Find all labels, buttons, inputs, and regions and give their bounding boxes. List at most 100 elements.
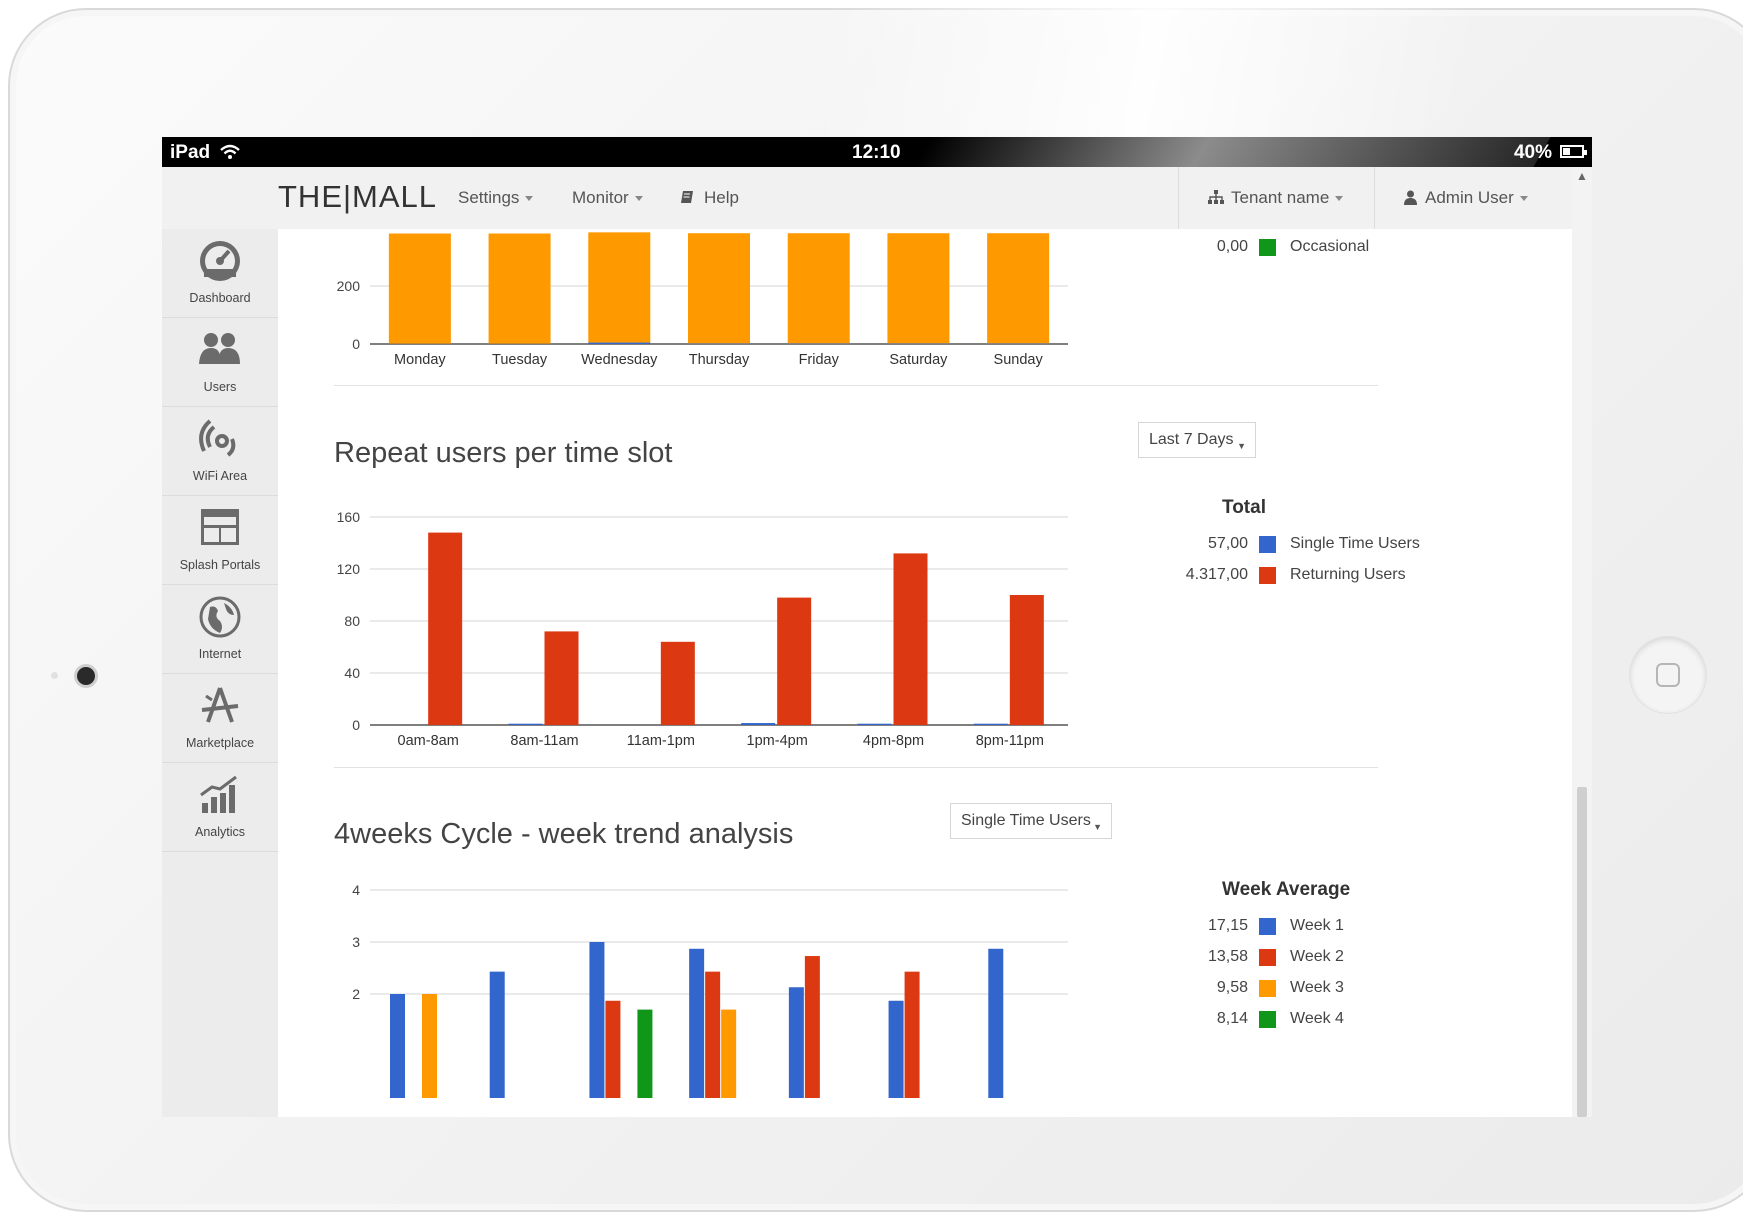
legend-swatch xyxy=(1259,567,1276,584)
x-tick-label: 8pm-11pm xyxy=(976,733,1044,749)
x-tick-label: 11am-1pm xyxy=(627,733,695,749)
sidebar-item-internet[interactable]: Internet xyxy=(162,585,278,674)
x-tick-label: Wednesday xyxy=(581,352,658,368)
x-tick-label: Tuesday xyxy=(492,352,548,368)
sidebar-item-label: WiFi Area xyxy=(162,469,278,483)
legend-label: Week 2 xyxy=(1290,948,1344,966)
bar xyxy=(894,553,928,725)
y-tick-label: 160 xyxy=(337,509,361,525)
legend-label: Returning Users xyxy=(1290,566,1406,584)
light-sensor xyxy=(51,672,58,679)
chevron-down-icon: ▼ xyxy=(1093,822,1102,832)
status-bar: iPad 12:10 40% xyxy=(162,137,1592,167)
scrollbar-thumb[interactable] xyxy=(1577,787,1587,1117)
dashboard-icon xyxy=(198,239,242,283)
sidebar-item-label: Marketplace xyxy=(162,736,278,750)
bar xyxy=(545,631,579,725)
bar xyxy=(389,234,451,344)
home-button[interactable] xyxy=(1630,637,1706,713)
legend-item: 13,58 Week 2 xyxy=(1148,948,1408,968)
sidebar-item-label: Dashboard xyxy=(162,291,278,305)
user-icon xyxy=(1404,190,1417,205)
bar xyxy=(788,233,850,343)
legend-item: 17,15Week 1 xyxy=(1148,917,1408,937)
sidebar-item-wifi-area[interactable]: WiFi Area xyxy=(162,407,278,496)
bar xyxy=(789,987,804,1098)
legend-value: 0,00 xyxy=(1148,238,1248,256)
chevron-down-icon xyxy=(1520,196,1528,201)
repeat-users-chart: 040801201600am-8am8am-11am11am-1pm1pm-4p… xyxy=(328,485,1088,755)
legend-title-total: Total xyxy=(1222,497,1266,519)
sidebar-item-users[interactable]: Users xyxy=(162,318,278,407)
bar xyxy=(589,942,604,1098)
bar xyxy=(777,598,811,725)
bar xyxy=(428,533,462,725)
users-icon xyxy=(198,328,242,372)
user-menu[interactable]: Admin User xyxy=(1404,188,1528,208)
legend-title-week-average: Week Average xyxy=(1222,879,1350,901)
week-trend-chart: 234 xyxy=(328,869,1088,1109)
legend-value: 13,58 xyxy=(1148,948,1248,966)
app-window: THE|MALL Settings Monitor Help Tenant na… xyxy=(162,167,1592,1117)
status-shine xyxy=(913,137,1550,167)
period-select[interactable]: Last 7 Days ▼ xyxy=(1138,422,1256,458)
y-tick-label: 2 xyxy=(352,986,360,1002)
clock: 12:10 xyxy=(852,142,901,164)
x-tick-label: 4pm-8pm xyxy=(863,733,924,749)
legend-item-occasional: 0,00 Occasional xyxy=(1148,238,1348,258)
device-name: iPad xyxy=(170,142,241,164)
sidebar-item-label: Analytics xyxy=(162,825,278,839)
period-select-value: Last 7 Days xyxy=(1149,431,1233,448)
sidebar-item-dashboard[interactable]: Dashboard xyxy=(162,229,278,318)
front-camera xyxy=(77,667,95,685)
bar xyxy=(688,233,750,343)
chevron-down-icon: ▼ xyxy=(1237,441,1246,451)
bar xyxy=(788,343,850,344)
book-icon xyxy=(680,190,694,204)
bar xyxy=(887,233,949,343)
sitemap-icon xyxy=(1208,190,1224,205)
sidebar-item-splash-portals[interactable]: Splash Portals xyxy=(162,496,278,585)
sidebar-item-marketplace[interactable]: Marketplace xyxy=(162,674,278,763)
sidebar-item-label: Splash Portals xyxy=(162,558,278,572)
bar xyxy=(705,972,720,1098)
legend-item: 4.317,00Returning Users xyxy=(1148,566,1408,586)
x-tick-label: 0am-8am xyxy=(398,733,459,749)
bar xyxy=(422,994,437,1098)
splash-portals-icon xyxy=(198,506,242,550)
nav-separator xyxy=(1178,167,1179,229)
wifi-area-icon xyxy=(198,417,242,461)
top-navbar: THE|MALL Settings Monitor Help Tenant na… xyxy=(162,167,1572,230)
legend-item: 57,00Single Time Users xyxy=(1148,535,1408,555)
x-tick-label: Saturday xyxy=(889,352,948,368)
legend-label: Week 4 xyxy=(1290,1010,1344,1028)
sidebar-item-analytics[interactable]: Analytics xyxy=(162,763,278,852)
tenant-menu-label: Tenant name xyxy=(1231,188,1329,207)
bar xyxy=(390,994,405,1098)
y-tick-label: 120 xyxy=(337,561,361,577)
main-content: 0200MondayTuesdayWednesdayThursdayFriday… xyxy=(278,229,1572,1117)
settings-menu[interactable]: Settings xyxy=(458,188,533,208)
y-tick-label: 40 xyxy=(344,665,360,681)
section-divider xyxy=(334,385,1378,386)
y-tick-label: 0 xyxy=(352,336,360,352)
scrollbar[interactable]: ▲ xyxy=(1572,167,1592,1117)
help-link[interactable]: Help xyxy=(680,188,739,208)
user-type-select-value: Single Time Users xyxy=(961,812,1091,829)
analytics-icon xyxy=(198,773,242,817)
bar xyxy=(1010,595,1044,725)
scroll-up-icon[interactable]: ▲ xyxy=(1576,169,1588,183)
battery-percent: 40% xyxy=(1514,142,1552,164)
legend-swatch xyxy=(1259,949,1276,966)
monitor-menu[interactable]: Monitor xyxy=(572,188,643,208)
bar xyxy=(889,1001,904,1098)
tenant-menu[interactable]: Tenant name xyxy=(1208,188,1343,208)
bar xyxy=(489,234,551,344)
section-divider xyxy=(334,767,1378,768)
legend-value: 17,15 xyxy=(1148,917,1248,935)
bar xyxy=(988,949,1003,1098)
bar xyxy=(805,956,820,1098)
brand-logo[interactable]: THE|MALL xyxy=(278,179,437,215)
user-type-select[interactable]: Single Time Users▼ xyxy=(950,803,1112,839)
chevron-down-icon xyxy=(635,196,643,201)
